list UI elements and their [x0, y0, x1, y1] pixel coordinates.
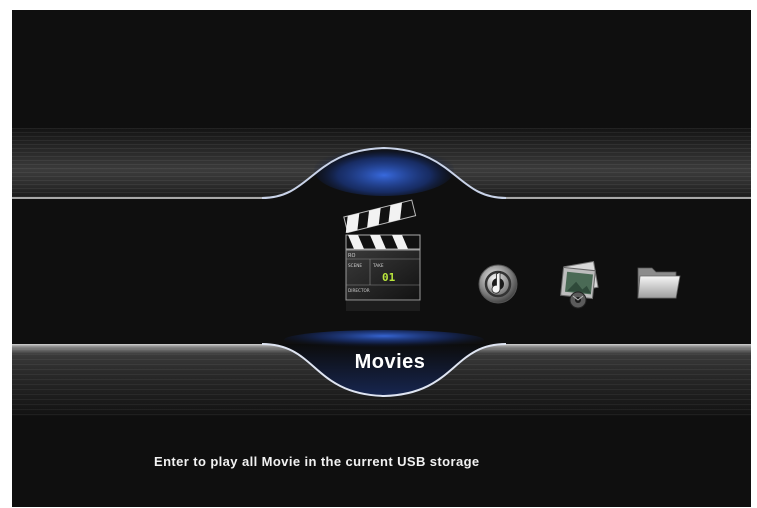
selected-item-label: Movies	[354, 351, 426, 373]
clapper-director-label: DIRECTOR	[348, 288, 370, 293]
selection-glow-top	[314, 144, 454, 196]
clapper-roll-label: RO	[348, 253, 355, 259]
selection-glow-bottom	[284, 330, 484, 350]
menu-item-music[interactable]	[476, 262, 520, 306]
menu-item-photos[interactable]	[556, 260, 604, 310]
photos-icon	[560, 261, 599, 309]
menu-item-movies[interactable]: RO SCENE TAKE 01 DIRECTOR	[334, 193, 434, 313]
help-hint-text: Enter to play all Movie in the current U…	[154, 454, 480, 469]
media-player-screen: RO SCENE TAKE 01 DIRECTOR Movies Enter t…	[12, 10, 751, 507]
clapperboard-icon: RO SCENE TAKE 01 DIRECTOR	[343, 199, 421, 311]
clapper-take-label: TAKE	[372, 263, 384, 268]
clapper-take-value: 01	[382, 271, 396, 284]
music-disc-icon	[478, 264, 518, 304]
folder-icon	[637, 267, 681, 299]
clapper-scene-label: SCENE	[348, 263, 362, 268]
menu-item-files[interactable]	[634, 260, 682, 304]
